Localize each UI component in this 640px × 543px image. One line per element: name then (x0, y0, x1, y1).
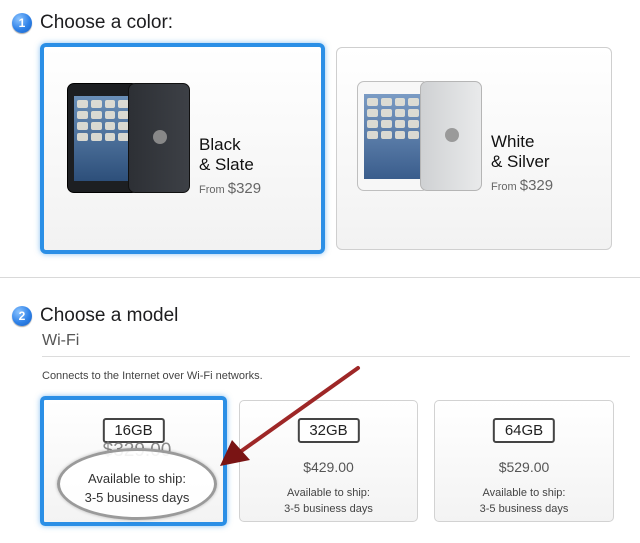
annotation-arrow-icon (220, 366, 360, 466)
